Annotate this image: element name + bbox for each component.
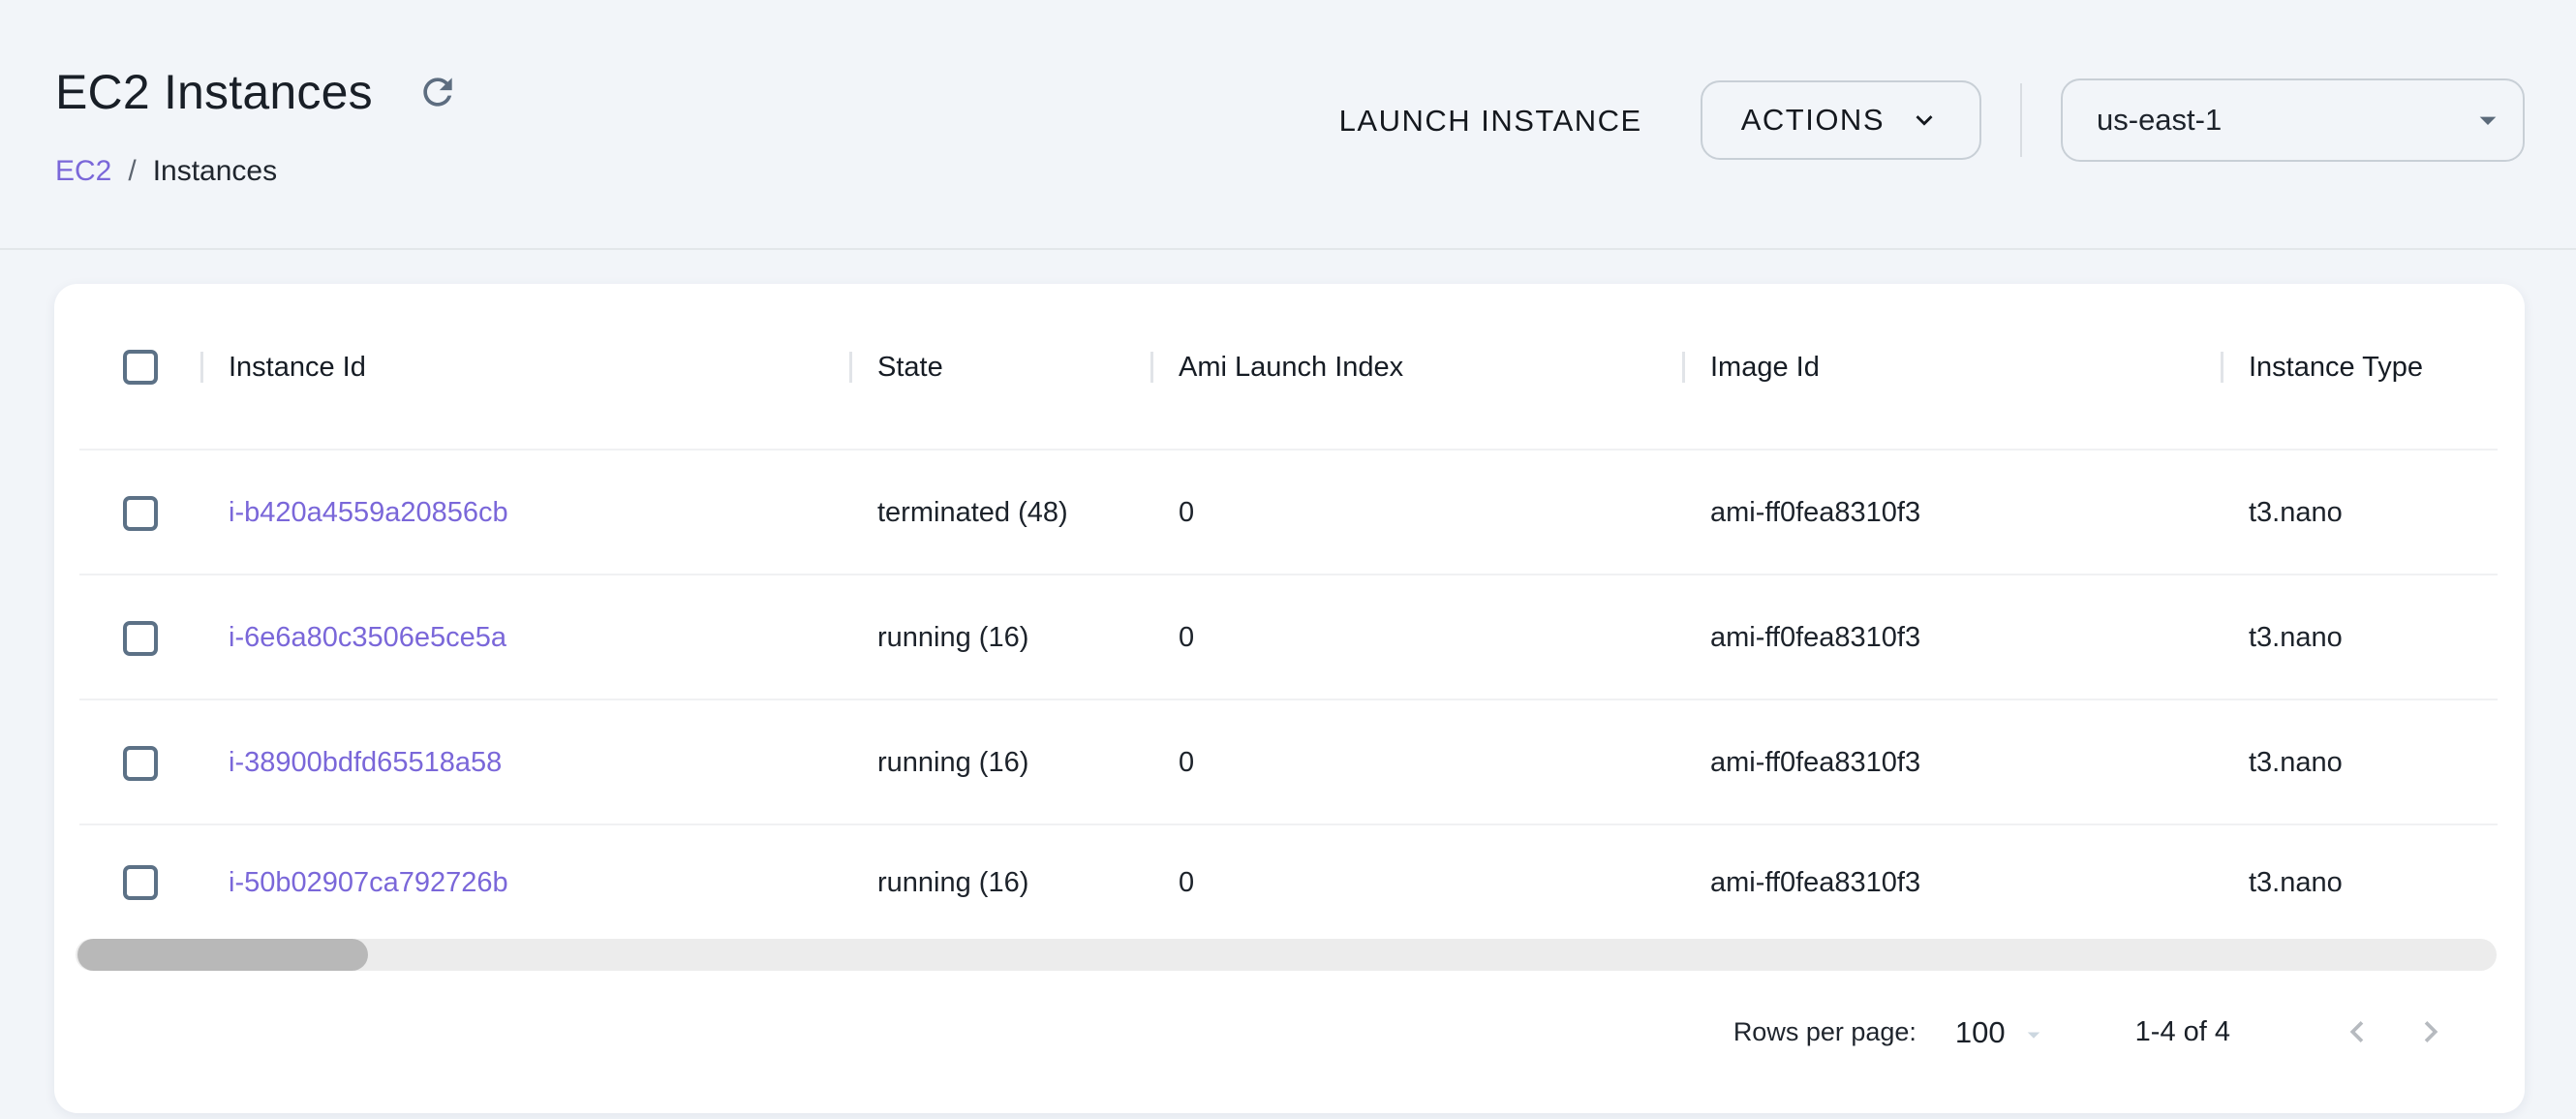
breadcrumb-current: Instances [153, 155, 277, 188]
state-cell: terminated (48) [849, 497, 1150, 529]
row-checkbox[interactable] [123, 865, 158, 900]
instance-type-cell: t3.nano [2221, 622, 2525, 654]
column-header-state[interactable]: State [849, 284, 1150, 451]
row-checkbox-cell [123, 621, 200, 656]
row-checkbox[interactable] [123, 746, 158, 781]
table-row: i-38900bdfd65518a58 running (16) 0 ami-f… [54, 700, 2525, 825]
chevron-down-icon [1908, 104, 1941, 137]
image-id-cell: ami-ff0fea8310f3 [1682, 747, 2221, 779]
page-title: EC2 Instances [55, 68, 373, 116]
region-select-value: us-east-1 [2097, 103, 2222, 138]
row-checkbox[interactable] [123, 621, 158, 656]
region-select[interactable]: us-east-1 [2061, 78, 2525, 162]
breadcrumb-ec2-link[interactable]: EC2 [55, 155, 111, 188]
state-cell: running (16) [849, 747, 1150, 779]
instance-id-link[interactable]: i-6e6a80c3506e5ce5a [200, 622, 849, 654]
pagination-bar: Rows per page: 100 1-4 of 4 [1733, 1009, 2453, 1055]
ami-launch-index-cell: 0 [1150, 497, 1682, 529]
ami-launch-index-cell: 0 [1150, 747, 1682, 779]
horizontal-scrollbar-track[interactable] [76, 939, 2497, 971]
select-all-checkbox[interactable] [123, 350, 158, 385]
header-divider [0, 248, 2576, 250]
column-header-instance-type[interactable]: Instance Type [2221, 284, 2525, 451]
instance-id-link[interactable]: i-38900bdfd65518a58 [200, 747, 849, 779]
rows-per-page-label: Rows per page: [1733, 1017, 1917, 1047]
page-header: EC2 Instances EC2 / Instances LAUNCH INS… [0, 0, 2576, 249]
dropdown-caret-icon [2469, 101, 2507, 140]
image-id-cell: ami-ff0fea8310f3 [1682, 497, 2221, 529]
dropdown-caret-icon [2019, 1020, 2048, 1049]
rows-per-page-select[interactable]: 100 [1955, 1017, 2048, 1047]
column-header-ami-launch-index[interactable]: Ami Launch Index [1150, 284, 1682, 451]
horizontal-scrollbar-thumb[interactable] [77, 939, 368, 971]
previous-page-button[interactable] [2335, 1010, 2379, 1054]
instance-type-cell: t3.nano [2221, 497, 2525, 529]
row-checkbox[interactable] [123, 496, 158, 531]
toolbar-divider [2020, 83, 2022, 157]
state-cell: running (16) [849, 867, 1150, 899]
chevron-right-icon [2409, 1010, 2452, 1053]
refresh-button[interactable] [415, 70, 460, 114]
actions-button[interactable]: ACTIONS [1701, 80, 1981, 160]
table-row: i-6e6a80c3506e5ce5a running (16) 0 ami-f… [54, 575, 2525, 700]
row-checkbox-cell [123, 865, 200, 900]
instance-id-link[interactable]: i-50b02907ca792726b [200, 867, 849, 899]
chevron-left-icon [2336, 1010, 2378, 1053]
pagination-range: 1-4 of 4 [2135, 1016, 2230, 1048]
select-all-cell [123, 350, 200, 385]
actions-button-label: ACTIONS [1741, 103, 1885, 138]
row-checkbox-cell [123, 496, 200, 531]
table-row: i-b420a4559a20856cb terminated (48) 0 am… [54, 451, 2525, 575]
instance-id-link[interactable]: i-b420a4559a20856cb [200, 497, 849, 529]
state-cell: running (16) [849, 622, 1150, 654]
toolbar: LAUNCH INSTANCE ACTIONS us-east-1 [1339, 80, 2525, 160]
refresh-icon [416, 71, 459, 113]
image-id-cell: ami-ff0fea8310f3 [1682, 867, 2221, 899]
instance-type-cell: t3.nano [2221, 747, 2525, 779]
instance-type-cell: t3.nano [2221, 867, 2525, 899]
breadcrumb: EC2 / Instances [55, 155, 277, 188]
ami-launch-index-cell: 0 [1150, 867, 1682, 899]
ami-launch-index-cell: 0 [1150, 622, 1682, 654]
next-page-button[interactable] [2408, 1010, 2453, 1054]
table-row: i-50b02907ca792726b running (16) 0 ami-f… [54, 825, 2525, 940]
row-checkbox-cell [123, 746, 200, 781]
launch-instance-button[interactable]: LAUNCH INSTANCE [1339, 106, 1642, 136]
column-header-image-id[interactable]: Image Id [1682, 284, 2221, 451]
instances-table-card: Instance Id State Ami Launch Index Image… [54, 284, 2525, 1113]
column-header-instance-id[interactable]: Instance Id [200, 284, 849, 451]
table-header-row: Instance Id State Ami Launch Index Image… [54, 284, 2525, 451]
breadcrumb-separator: / [128, 155, 136, 188]
rows-per-page-value: 100 [1955, 1017, 2006, 1047]
image-id-cell: ami-ff0fea8310f3 [1682, 622, 2221, 654]
